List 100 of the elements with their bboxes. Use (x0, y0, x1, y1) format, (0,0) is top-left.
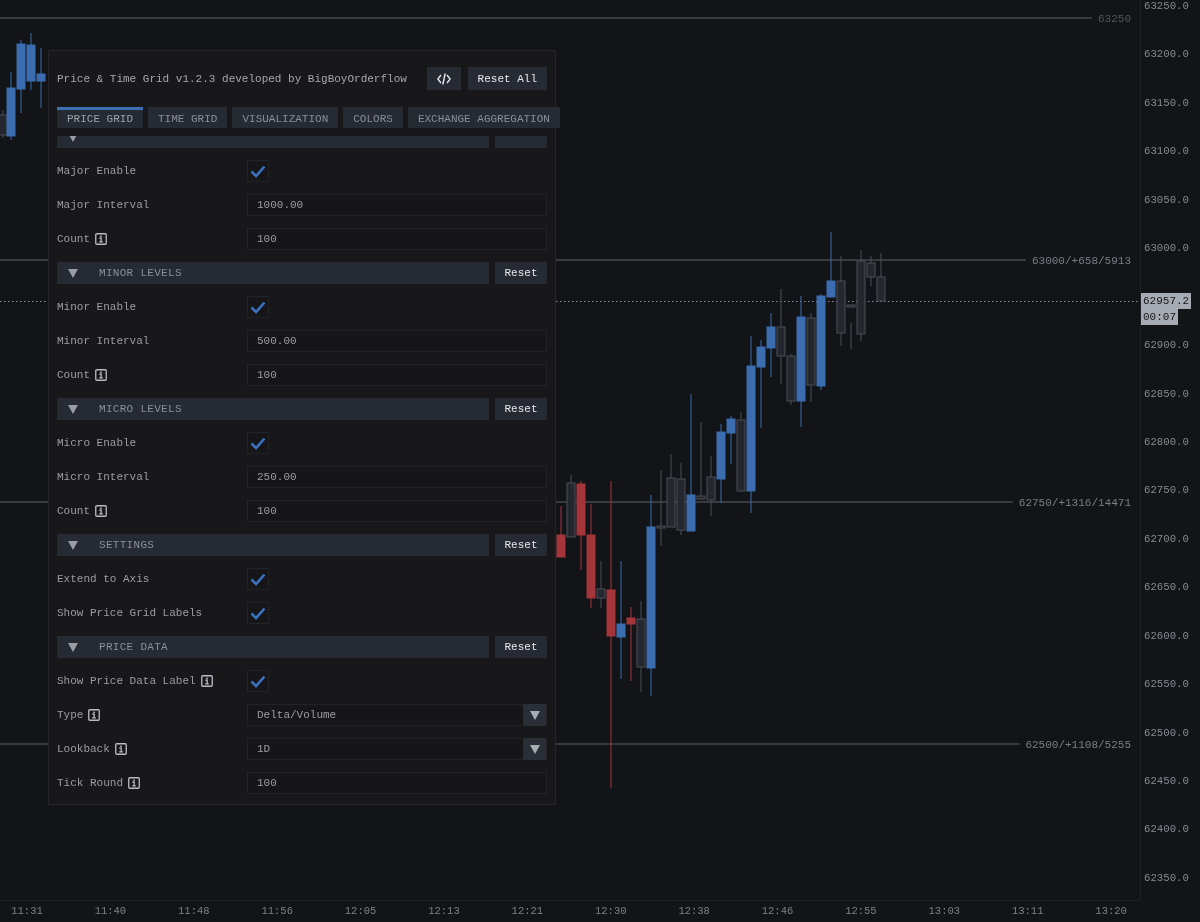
price-axis-label: 63250.0 (1143, 0, 1190, 14)
time-axis-label: 11:48 (177, 904, 211, 919)
section-header[interactable]: PRICE DATA (57, 636, 489, 658)
price-axis-label: 63200.0 (1143, 47, 1190, 63)
info-icon[interactable] (128, 777, 140, 789)
price-axis-label: 62400.0 (1143, 822, 1190, 838)
code-icon (436, 72, 451, 85)
info-icon[interactable] (95, 233, 107, 245)
price-axis-label: 62800.0 (1143, 434, 1190, 450)
dropdown[interactable]: Delta/Volume (247, 704, 547, 726)
checkbox[interactable] (247, 432, 269, 454)
section-header[interactable]: SETTINGS (57, 534, 489, 556)
tab[interactable]: COLORS (343, 107, 403, 128)
input-field[interactable]: 250.00 (247, 466, 547, 488)
price-axis-label: 63150.0 (1143, 95, 1190, 111)
field-label: Lookback (57, 743, 110, 755)
time-axis-label: 13:03 (927, 904, 962, 919)
price-axis-label: 62750.0 (1143, 483, 1190, 499)
price-axis-label: 62900.0 (1143, 337, 1190, 353)
section-title: MICRO LEVELS (99, 403, 182, 415)
time-axis-label: 11:31 (10, 904, 44, 919)
price-axis-label: 62600.0 (1143, 628, 1190, 644)
price-axis-label: 63100.0 (1143, 144, 1190, 160)
time-axis-label: 12:55 (844, 904, 878, 919)
field-label: Micro Interval (57, 471, 150, 483)
info-icon[interactable] (114, 743, 127, 755)
checkbox[interactable] (247, 568, 269, 590)
tab[interactable]: TIME GRID (148, 107, 228, 128)
checkbox[interactable] (247, 602, 269, 624)
field-label: Extend to Axis (57, 573, 150, 585)
code-button[interactable] (426, 67, 461, 90)
section-header[interactable]: MINOR LEVELS (57, 262, 489, 284)
section-title: MINOR LEVELS (99, 267, 182, 279)
caret-icon[interactable] (68, 642, 78, 652)
field-label: Count (57, 233, 90, 245)
section-title: SETTINGS (99, 539, 155, 551)
field-label: Show Price Grid Labels (57, 607, 203, 619)
reset-button[interactable]: Reset (495, 262, 547, 284)
input-field[interactable]: 500.00 (247, 330, 547, 352)
checkbox[interactable] (247, 296, 269, 318)
candle (556, 505, 566, 558)
caret-icon[interactable] (529, 710, 540, 720)
input-field[interactable]: 100 (247, 364, 547, 386)
candle (706, 455, 716, 517)
field-label: Count (57, 505, 90, 517)
caret-icon[interactable] (68, 540, 78, 550)
price-axis-label: 62450.0 (1143, 773, 1190, 789)
time-axis-label: 12:05 (343, 904, 378, 919)
candle (26, 32, 36, 91)
field-label: Minor Interval (57, 335, 150, 347)
price-axis-label: 62550.0 (1143, 676, 1190, 692)
input-field[interactable]: 1000.00 (247, 194, 547, 216)
caret-icon[interactable] (68, 404, 78, 414)
section-header[interactable]: MICRO LEVELS (57, 398, 489, 420)
price-axis-label: 63050.0 (1143, 192, 1190, 208)
price-axis-label: 62350.0 (1143, 870, 1190, 886)
reset-button[interactable]: Reset (495, 398, 547, 420)
section-title: PRICE DATA (99, 641, 168, 653)
field-label: Show Price Data Label (57, 675, 196, 687)
price-axis-label: 62850.0 (1143, 386, 1190, 402)
reset-button[interactable]: Reset (495, 636, 547, 658)
field-label: Minor Enable (57, 301, 137, 313)
info-icon[interactable] (88, 709, 101, 721)
countdown-tag: 00:07 (1141, 309, 1178, 325)
price-axis-label: 63000.0 (1143, 241, 1190, 256)
grid-line-label: 62750/+1316/14471 (1018, 497, 1131, 509)
reset-all-button[interactable]: Reset All (467, 67, 547, 90)
input-field[interactable]: 100 (247, 228, 547, 250)
price-tag: 62957.2 (1141, 293, 1192, 309)
time-axis-label: 11:56 (260, 904, 294, 919)
field-label: Major Enable (57, 165, 137, 177)
tab[interactable]: VISUALIZATION (232, 107, 339, 128)
price-axis-label: 62650.0 (1143, 580, 1190, 596)
time-axis-label: 12:38 (677, 904, 711, 919)
time-axis-label: 13:11 (1010, 904, 1045, 919)
checkbox[interactable] (247, 160, 269, 182)
time-axis-label: 12:30 (594, 904, 628, 919)
time-axis-label: 12:13 (427, 904, 461, 919)
tab[interactable]: EXCHANGE AGGREGATION (407, 107, 560, 128)
time-axis-label: 13:20 (1094, 904, 1128, 919)
dropdown[interactable]: 1D (247, 738, 547, 760)
reset-button[interactable]: Reset (495, 534, 547, 556)
field-label: Major Interval (57, 199, 150, 211)
time-axis-label: 12:21 (510, 904, 545, 919)
time-axis-label: 11:40 (93, 904, 128, 919)
checkbox[interactable] (247, 670, 269, 692)
caret-icon[interactable] (68, 268, 78, 278)
grid-line-label: 63250 (1098, 13, 1131, 25)
panel-title: Price & Time Grid v1.2.3 developed by BigBoyOrderflow (57, 72, 408, 85)
time-axis-label: 12:46 (760, 904, 795, 919)
field-label: Micro Enable (57, 437, 137, 449)
caret-icon[interactable] (529, 744, 540, 754)
input-field[interactable]: 100 (247, 500, 547, 522)
tab[interactable]: PRICE GRID (57, 107, 143, 128)
info-icon[interactable] (95, 369, 107, 381)
input-field[interactable]: 100 (247, 772, 547, 794)
info-icon[interactable] (95, 505, 107, 517)
grid-line-label: 63000/+658/5913 (1031, 255, 1131, 267)
price-axis-label: 62500.0 (1143, 725, 1190, 741)
info-icon[interactable] (200, 675, 213, 687)
